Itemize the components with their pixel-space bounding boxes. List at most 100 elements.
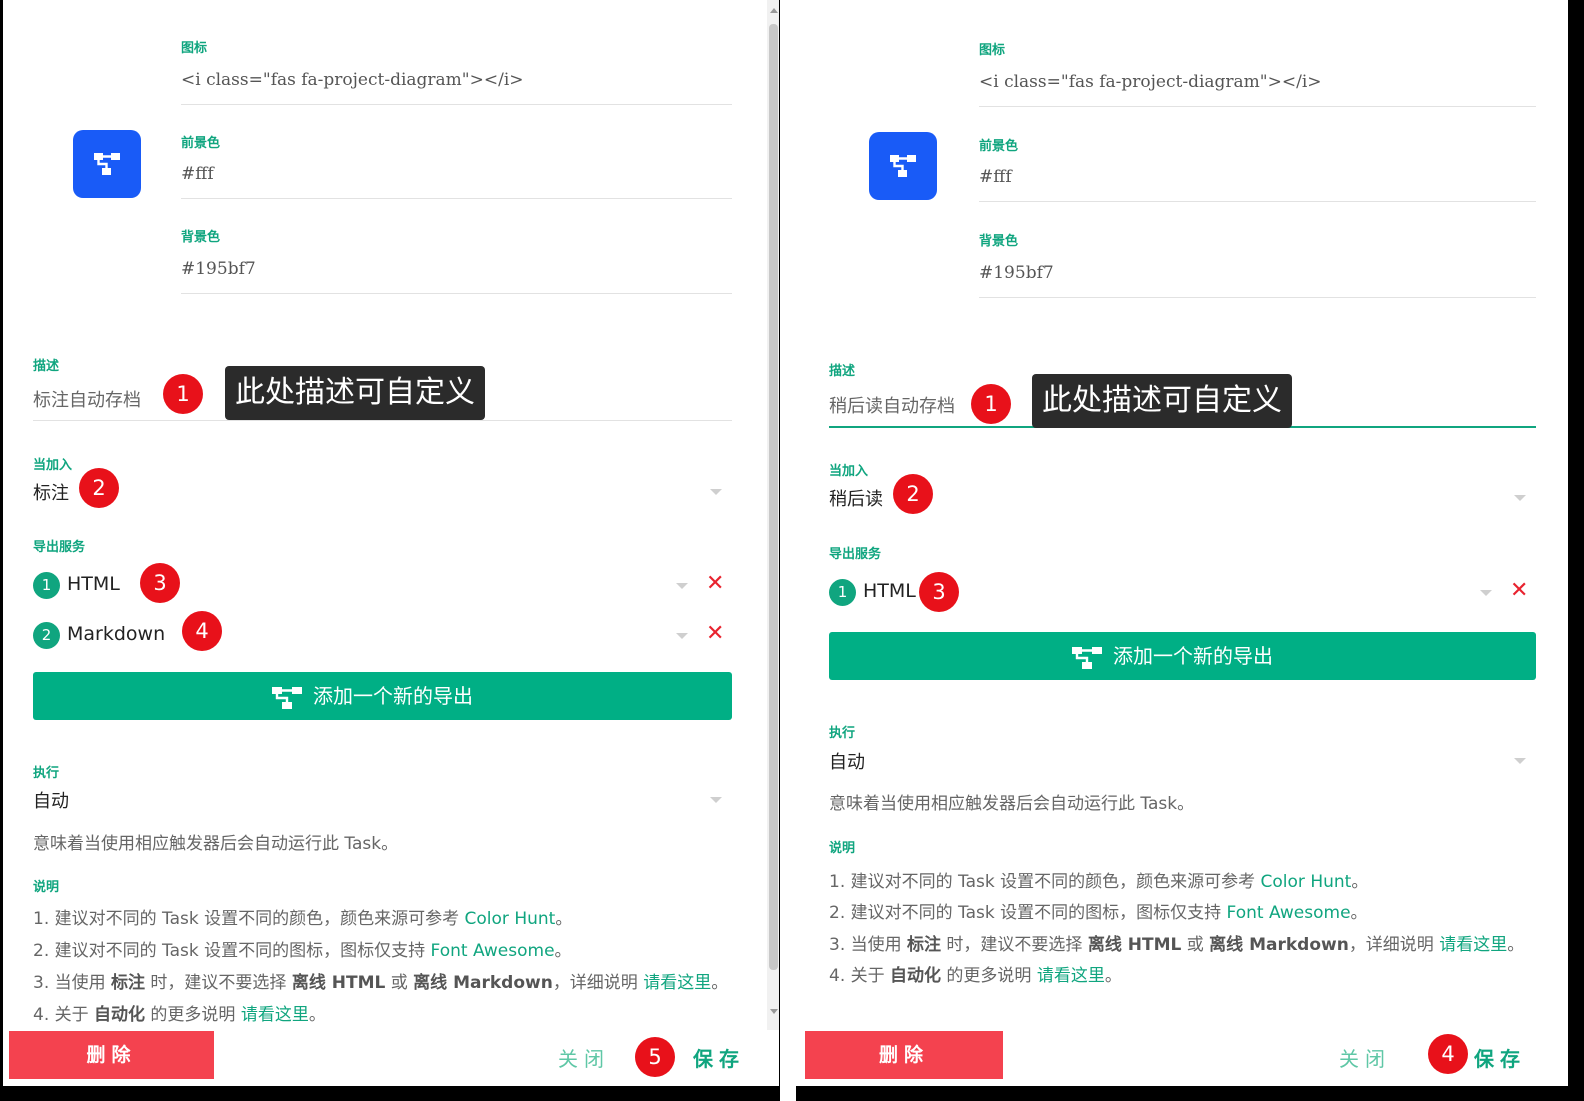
annotation-badge-4: 4 [182, 611, 222, 651]
service-name: HTML [863, 580, 916, 602]
project-diagram-icon [272, 686, 302, 709]
note-line-2: 2. 建议对不同的 Task 设置不同的图标，图标仅支持 Font Awesom… [829, 903, 1368, 923]
service-number-badge: 1 [33, 572, 60, 599]
details-link[interactable]: 请看这里 [643, 973, 711, 993]
task-icon-preview [73, 130, 141, 198]
annotation-badge-3: 3 [919, 572, 959, 612]
note-line-3: 3. 当使用 标注 时，建议不要选择 离线 HTML 或 离线 Markdown… [33, 973, 729, 993]
project-diagram-icon [890, 155, 916, 177]
icon-field-input[interactable]: <i class="fas fa-project-diagram"></i> [979, 72, 1322, 92]
save-button[interactable]: 保存 [693, 1043, 745, 1072]
note-line-1: 1. 建议对不同的 Task 设置不同的颜色，颜色来源可参考 Color Hun… [33, 909, 573, 929]
background-color-input[interactable]: #195bf7 [181, 259, 256, 279]
note-line-3: 3. 当使用 标注 时，建议不要选择 离线 HTML 或 离线 Markdown… [829, 935, 1525, 955]
add-export-label: 添加一个新的导出 [313, 684, 473, 708]
description-tooltip: 此处描述可自定义 [225, 366, 485, 420]
trigger-label: 当加入 [829, 464, 869, 479]
font-awesome-link[interactable]: Font Awesome [431, 941, 555, 961]
export-service-row-2[interactable]: 2 Markdown ✕ [33, 620, 733, 650]
service-number-badge: 1 [829, 579, 856, 606]
icon-field-label: 图标 [979, 43, 1006, 58]
add-export-button[interactable]: 添加一个新的导出 [829, 632, 1536, 680]
service-name: Markdown [67, 623, 166, 645]
trigger-select-value[interactable]: 标注 [33, 479, 69, 505]
execute-select-value[interactable]: 自动 [33, 787, 69, 813]
annotation-badge-1: 1 [971, 384, 1011, 424]
icon-field-input[interactable]: <i class="fas fa-project-diagram"></i> [181, 70, 524, 90]
execute-hint: 意味着当使用相应触发器后会自动运行此 Task。 [33, 834, 399, 854]
note-line-2: 2. 建议对不同的 Task 设置不同的图标，图标仅支持 Font Awesom… [33, 941, 572, 961]
background-color-underline [181, 293, 732, 294]
project-diagram-icon [1072, 646, 1102, 669]
service-caret-down-icon[interactable] [676, 583, 688, 589]
trigger-label: 当加入 [33, 458, 73, 473]
close-button[interactable]: 关闭 [1339, 1043, 1391, 1072]
description-input[interactable]: 标注自动存档 [33, 386, 141, 412]
notes-label: 说明 [33, 880, 60, 895]
foreground-color-underline [181, 198, 732, 199]
background-color-input[interactable]: #195bf7 [979, 263, 1054, 283]
save-button[interactable]: 保存 [1474, 1043, 1526, 1072]
note-line-4: 4. 关于 自动化 的更多说明 请看这里。 [829, 966, 1122, 986]
background-color-label: 背景色 [979, 234, 1019, 249]
project-diagram-icon [94, 153, 120, 175]
execute-select-value[interactable]: 自动 [829, 748, 865, 774]
annotation-badge-4: 4 [1428, 1034, 1468, 1074]
automation-link[interactable]: 请看这里 [241, 1005, 309, 1025]
add-export-button[interactable]: 添加一个新的导出 [33, 672, 732, 720]
foreground-color-label: 前景色 [181, 136, 221, 151]
remove-service-close-icon[interactable]: ✕ [1510, 578, 1528, 603]
annotation-badge-5: 5 [635, 1037, 675, 1077]
annotation-badge-1: 1 [163, 374, 203, 414]
execute-label: 执行 [829, 726, 856, 741]
add-export-label: 添加一个新的导出 [1113, 644, 1273, 668]
scroll-down-icon[interactable] [770, 1009, 778, 1014]
note-line-1: 1. 建议对不同的 Task 设置不同的颜色，颜色来源可参考 Color Hun… [829, 872, 1369, 892]
trigger-select-value[interactable]: 稍后读 [829, 485, 883, 511]
foreground-color-input[interactable]: #fff [979, 167, 1012, 187]
execute-label: 执行 [33, 766, 60, 781]
details-link[interactable]: 请看这里 [1439, 935, 1507, 955]
delete-button[interactable]: 删除 [805, 1031, 1003, 1079]
remove-service-close-icon[interactable]: ✕ [706, 621, 724, 646]
description-input[interactable]: 稍后读自动存档 [829, 392, 955, 418]
delete-button[interactable]: 删除 [9, 1031, 214, 1079]
scrollbar-thumb[interactable] [769, 24, 778, 970]
service-caret-down-icon[interactable] [676, 633, 688, 639]
icon-field-label: 图标 [181, 41, 208, 56]
service-number-badge: 2 [33, 622, 60, 649]
task-icon-preview [869, 132, 937, 200]
foreground-color-label: 前景色 [979, 139, 1019, 154]
export-service-row-1[interactable]: 1 HTML ✕ [33, 570, 733, 600]
notes-label: 说明 [829, 841, 856, 856]
automation-link[interactable]: 请看这里 [1037, 966, 1105, 986]
task-editor-left: 图标 <i class="fas fa-project-diagram"></i… [3, 0, 779, 1086]
description-label: 描述 [829, 364, 856, 379]
background-color-underline [979, 297, 1536, 298]
background-color-label: 背景色 [181, 230, 221, 245]
remove-service-close-icon[interactable]: ✕ [706, 571, 724, 596]
description-label: 描述 [33, 359, 60, 374]
service-caret-down-icon[interactable] [1480, 590, 1492, 596]
trigger-caret-down-icon[interactable] [710, 489, 722, 495]
export-services-label: 导出服务 [33, 540, 86, 555]
foreground-color-underline [979, 201, 1536, 202]
color-hunt-link[interactable]: Color Hunt [465, 909, 556, 929]
execute-caret-down-icon[interactable] [710, 797, 722, 803]
scroll-up-icon[interactable] [770, 8, 778, 13]
foreground-color-input[interactable]: #fff [181, 164, 214, 184]
icon-field-underline [181, 104, 732, 105]
description-underline [33, 420, 732, 421]
icon-field-underline [979, 106, 1536, 107]
execute-caret-down-icon[interactable] [1514, 758, 1526, 764]
close-button[interactable]: 关闭 [558, 1043, 610, 1072]
annotation-badge-2: 2 [79, 468, 119, 508]
panel-divider [780, 0, 796, 1101]
description-tooltip: 此处描述可自定义 [1032, 374, 1292, 428]
export-services-label: 导出服务 [829, 547, 882, 562]
service-name: HTML [67, 573, 120, 595]
color-hunt-link[interactable]: Color Hunt [1261, 872, 1352, 892]
task-editor-right: 图标 <i class="fas fa-project-diagram"></i… [796, 0, 1568, 1086]
trigger-caret-down-icon[interactable] [1514, 495, 1526, 501]
font-awesome-link[interactable]: Font Awesome [1227, 903, 1351, 923]
